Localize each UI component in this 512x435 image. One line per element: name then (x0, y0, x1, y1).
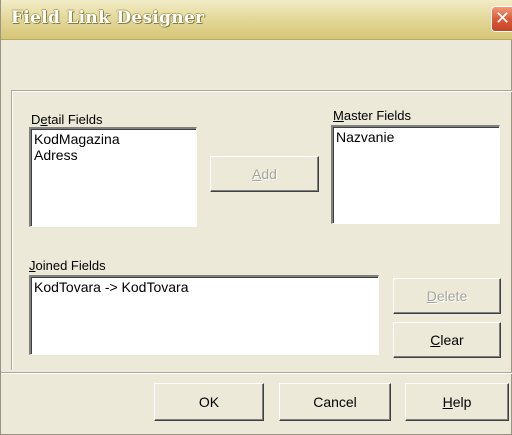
field-link-designer-dialog: Field Link Designer ✕ Detail Fields KodM… (0, 0, 512, 435)
cancel-button[interactable]: Cancel (279, 383, 391, 421)
list-item[interactable]: Adress (34, 147, 193, 163)
list-item[interactable]: KodTovara -> KodTovara (34, 279, 375, 295)
delete-button[interactable]: Delete (393, 278, 501, 314)
close-button[interactable]: ✕ (491, 6, 512, 32)
master-fields-list[interactable]: Nazvanie (331, 125, 500, 224)
add-button[interactable]: Add (210, 156, 319, 192)
clear-button[interactable]: Clear (393, 322, 501, 358)
footer-separator (1, 372, 512, 374)
dialog-title: Field Link Designer (11, 8, 205, 28)
close-icon: ✕ (494, 8, 511, 29)
help-button[interactable]: Help (405, 383, 509, 421)
title-bar[interactable]: Field Link Designer ✕ (1, 0, 512, 40)
detail-fields-label: Detail Fields (31, 112, 103, 127)
master-fields-label: Master Fields (333, 108, 412, 123)
ok-button[interactable]: OK (154, 383, 264, 421)
joined-fields-list[interactable]: KodTovara -> KodTovara (29, 275, 379, 355)
joined-fields-label: Joined Fields (29, 258, 106, 273)
list-item[interactable]: Nazvanie (336, 129, 496, 145)
detail-fields-list[interactable]: KodMagazina Adress (29, 127, 197, 227)
list-item[interactable]: KodMagazina (34, 131, 193, 147)
